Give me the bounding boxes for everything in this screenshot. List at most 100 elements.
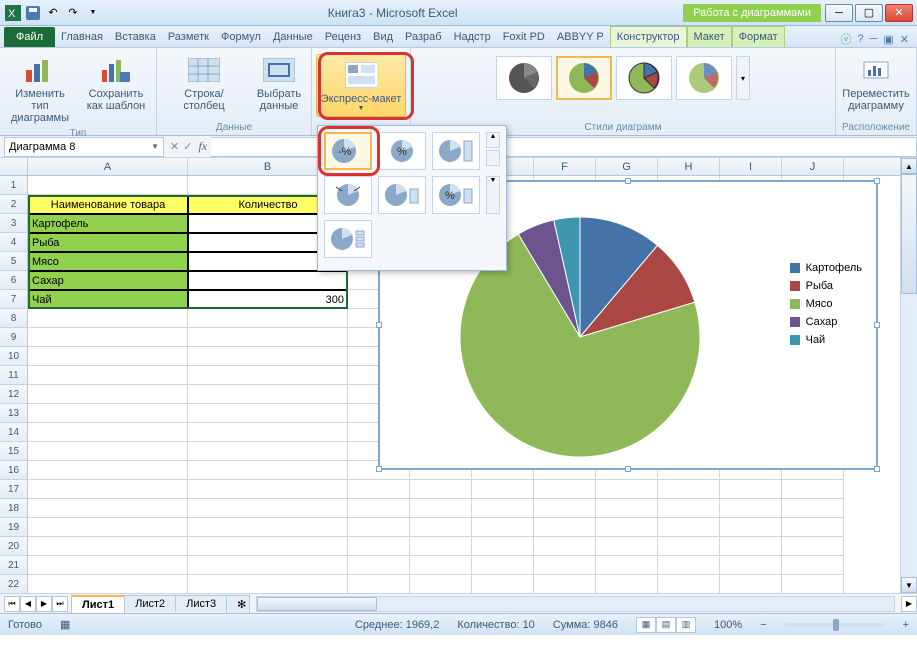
row-header-3[interactable]: 3 (0, 214, 28, 233)
cell-E18[interactable] (472, 499, 534, 518)
cell-G19[interactable] (596, 518, 658, 537)
cell-A5[interactable]: Мясо (28, 252, 188, 271)
name-box-dropdown-icon[interactable]: ▼ (151, 142, 159, 151)
cell-A9[interactable] (28, 328, 188, 347)
style-thumb-4[interactable] (676, 56, 732, 100)
layout-option-4[interactable] (324, 176, 372, 214)
chart-legend[interactable]: КартофельРыбаМясоСахарЧай (790, 262, 862, 352)
zoom-level[interactable]: 100% (714, 619, 742, 631)
cell-A19[interactable] (28, 518, 188, 537)
cell-G17[interactable] (596, 480, 658, 499)
close-button[interactable]: ✕ (885, 4, 913, 22)
minimize-ribbon-icon[interactable]: ⓥ (840, 31, 851, 47)
cell-A2[interactable]: Наименование товара (28, 195, 188, 214)
select-data-button[interactable]: Выбрать данные (253, 52, 305, 114)
help-icon[interactable]: ? (857, 33, 863, 45)
cell-B10[interactable] (188, 347, 348, 366)
cell-C22[interactable] (348, 575, 410, 593)
cell-A11[interactable] (28, 366, 188, 385)
cell-A3[interactable]: Картофель (28, 214, 188, 233)
cell-G20[interactable] (596, 537, 658, 556)
tab-format[interactable]: Формат (732, 26, 785, 47)
cell-C17[interactable] (348, 480, 410, 499)
sheet-nav-next[interactable]: ▶ (36, 596, 52, 612)
cell-D20[interactable] (410, 537, 472, 556)
sheet-tab-2[interactable]: Лист2 (124, 595, 176, 612)
row-header-19[interactable]: 19 (0, 518, 28, 537)
legend-item-3[interactable]: Сахар (790, 316, 862, 328)
cell-A14[interactable] (28, 423, 188, 442)
cell-H20[interactable] (658, 537, 720, 556)
cell-E19[interactable] (472, 518, 534, 537)
quick-layout-button[interactable]: Экспресс-макет ▼ (316, 54, 406, 117)
doc-restore-icon[interactable]: ▣ (883, 33, 893, 46)
legend-item-1[interactable]: Рыба (790, 280, 862, 292)
macro-record-icon[interactable]: ▦ (60, 618, 70, 631)
tab-view[interactable]: Вид (367, 27, 399, 47)
cell-F18[interactable] (534, 499, 596, 518)
cancel-formula-icon[interactable]: ✕ (170, 140, 179, 153)
row-header-12[interactable]: 12 (0, 385, 28, 404)
tab-data[interactable]: Данные (267, 27, 319, 47)
cell-B15[interactable] (188, 442, 348, 461)
hscroll-right[interactable]: ▶ (901, 596, 917, 612)
cell-F21[interactable] (534, 556, 596, 575)
tab-addins[interactable]: Надстр (448, 27, 497, 47)
hscroll-thumb[interactable] (257, 597, 377, 611)
legend-item-2[interactable]: Мясо (790, 298, 862, 310)
cell-B18[interactable] (188, 499, 348, 518)
zoom-in-button[interactable]: + (903, 619, 909, 631)
move-chart-button[interactable]: Переместить диаграмму (842, 52, 910, 114)
cell-F20[interactable] (534, 537, 596, 556)
cell-I19[interactable] (720, 518, 782, 537)
col-header-G[interactable]: G (596, 158, 658, 175)
row-header-20[interactable]: 20 (0, 537, 28, 556)
style-thumb-1[interactable] (496, 56, 552, 100)
tab-review[interactable]: Реценз (319, 27, 367, 47)
row-header-15[interactable]: 15 (0, 442, 28, 461)
cell-A20[interactable] (28, 537, 188, 556)
select-all-corner[interactable] (0, 158, 28, 175)
cell-B12[interactable] (188, 385, 348, 404)
layout-option-3[interactable] (432, 132, 480, 170)
save-icon[interactable] (24, 4, 42, 22)
layout-option-2[interactable]: % (378, 132, 426, 170)
cell-B17[interactable] (188, 480, 348, 499)
cell-H17[interactable] (658, 480, 720, 499)
cell-B9[interactable] (188, 328, 348, 347)
qat-dropdown-icon[interactable]: ▼ (84, 4, 102, 22)
cell-G22[interactable] (596, 575, 658, 593)
cell-J19[interactable] (782, 518, 844, 537)
styles-more-button[interactable]: ▾ (736, 56, 750, 100)
layout-option-6[interactable]: % (432, 176, 480, 214)
cell-D19[interactable] (410, 518, 472, 537)
redo-icon[interactable]: ↷ (64, 4, 82, 22)
row-header-14[interactable]: 14 (0, 423, 28, 442)
cell-A10[interactable] (28, 347, 188, 366)
col-header-I[interactable]: I (720, 158, 782, 175)
row-header-18[interactable]: 18 (0, 499, 28, 518)
cell-E20[interactable] (472, 537, 534, 556)
sheet-nav-prev[interactable]: ◀ (20, 596, 36, 612)
name-box[interactable]: Диаграмма 8 ▼ (4, 137, 164, 157)
style-thumb-3[interactable] (616, 56, 672, 100)
change-chart-type-button[interactable]: Изменить тип диаграммы (6, 52, 74, 126)
gallery-scroll-thumb[interactable] (486, 150, 500, 166)
cell-H22[interactable] (658, 575, 720, 593)
cell-J17[interactable] (782, 480, 844, 499)
cell-A4[interactable]: Рыба (28, 233, 188, 252)
enter-formula-icon[interactable]: ✓ (183, 140, 192, 153)
vscroll-thumb[interactable] (901, 174, 917, 294)
doc-minimize-icon[interactable]: ─ (870, 33, 878, 45)
scroll-up-button[interactable]: ▲ (901, 158, 917, 174)
cell-E17[interactable] (472, 480, 534, 499)
sheet-nav-last[interactable]: ⏭ (52, 596, 68, 612)
row-header-2[interactable]: 2 (0, 195, 28, 214)
cell-B14[interactable] (188, 423, 348, 442)
tab-insert[interactable]: Вставка (109, 27, 162, 47)
minimize-button[interactable]: ─ (825, 4, 853, 22)
tab-layout[interactable]: Разметк (162, 27, 215, 47)
cell-C19[interactable] (348, 518, 410, 537)
layout-option-5[interactable] (378, 176, 426, 214)
vertical-scrollbar[interactable]: ▲ ▼ (900, 158, 917, 593)
